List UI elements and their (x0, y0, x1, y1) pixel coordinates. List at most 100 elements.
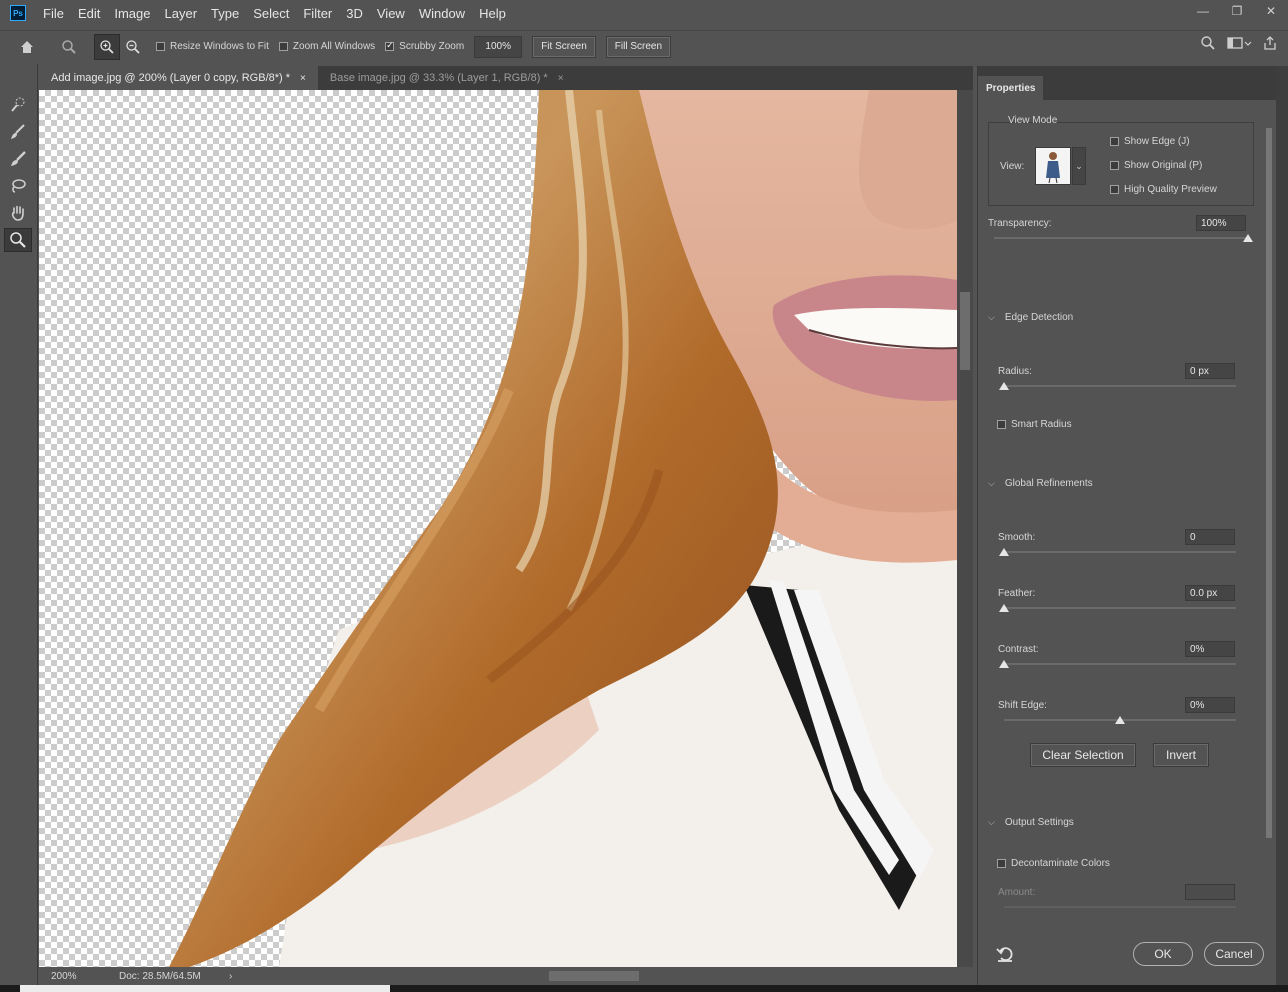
canvas-horizontal-scrollbar[interactable] (319, 969, 949, 983)
slider-thumb[interactable] (1115, 716, 1125, 724)
zoom-tool-preset-icon[interactable] (56, 34, 82, 60)
lasso-icon[interactable] (4, 174, 32, 198)
minimize-icon[interactable]: — (1186, 0, 1220, 22)
workspace-icon[interactable] (1226, 35, 1252, 54)
menu-bar: Ps File Edit Image Layer Type Select Fil… (0, 0, 1288, 26)
zoom-out-icon[interactable] (120, 34, 146, 60)
amount-field (1185, 884, 1235, 900)
smart-radius-checkbox[interactable]: Smart Radius (997, 419, 1072, 430)
slider-thumb[interactable] (999, 660, 1009, 668)
search-icon[interactable] (1200, 35, 1216, 54)
slider-thumb[interactable] (1243, 234, 1253, 242)
radius-slider[interactable] (1004, 385, 1236, 387)
resize-windows-checkbox[interactable]: Resize Windows to Fit (156, 41, 269, 52)
view-dropdown-chevron-icon[interactable]: ⌄ (1072, 147, 1086, 185)
decontaminate-colors-checkbox[interactable]: Decontaminate Colors (997, 858, 1110, 869)
slider-thumb[interactable] (999, 548, 1009, 556)
scrollbar-thumb[interactable] (1266, 128, 1272, 838)
checkbox[interactable] (278, 42, 288, 51)
view-mode-heading: View Mode (1008, 115, 1058, 126)
zoom-in-icon[interactable] (94, 33, 120, 60)
close-icon[interactable]: ✕ (1254, 0, 1288, 22)
radius-field[interactable]: 0 px (1185, 363, 1235, 379)
menu-type[interactable]: Type (204, 6, 246, 21)
properties-scrollbar[interactable] (1264, 110, 1274, 920)
tab-add-image[interactable]: Add image.jpg @ 200% (Layer 0 copy, RGB/… (39, 66, 318, 90)
canvas-vertical-scrollbar[interactable] (957, 90, 973, 967)
refine-edge-brush-icon[interactable] (4, 120, 32, 144)
home-icon[interactable] (14, 34, 40, 60)
show-edge-checkbox[interactable]: Show Edge (J) (1110, 136, 1190, 147)
feather-slider[interactable] (1004, 607, 1236, 609)
tab-properties[interactable]: Properties (978, 76, 1044, 100)
hand-icon[interactable] (4, 201, 32, 225)
fill-screen-button[interactable]: Fill Screen (605, 35, 672, 58)
menu-view[interactable]: View (370, 6, 412, 21)
checkbox[interactable] (1110, 161, 1119, 170)
scrollbar-thumb[interactable] (549, 971, 639, 981)
menu-file[interactable]: File (36, 6, 71, 21)
invert-button[interactable]: Invert (1153, 743, 1209, 767)
cancel-button[interactable]: Cancel (1204, 942, 1264, 966)
status-doc-size: Doc: 28.5M/64.5M (119, 970, 201, 982)
chevron-down-icon[interactable]: ⌵ (988, 817, 995, 828)
menu-filter[interactable]: Filter (296, 6, 339, 21)
menu-help[interactable]: Help (472, 6, 513, 21)
show-edge-label: Show Edge (J) (1124, 136, 1190, 147)
clear-selection-button[interactable]: Clear Selection (1030, 743, 1136, 767)
close-tab-icon[interactable]: × (558, 73, 564, 84)
output-settings-section[interactable]: ⌵ Output Settings (988, 817, 1074, 828)
share-icon[interactable] (1262, 35, 1278, 54)
menu-edit[interactable]: Edit (71, 6, 107, 21)
menu-window[interactable]: Window (412, 6, 472, 21)
tab-base-image[interactable]: Base image.jpg @ 33.3% (Layer 1, RGB/8) … (318, 66, 576, 90)
ok-button[interactable]: OK (1133, 942, 1193, 966)
quick-selection-icon[interactable] (4, 93, 32, 117)
status-menu-arrow[interactable]: › (229, 971, 232, 982)
slider-thumb[interactable] (999, 382, 1009, 390)
show-original-checkbox[interactable]: Show Original (P) (1110, 160, 1202, 171)
checkbox[interactable] (1110, 185, 1119, 194)
contrast-slider[interactable] (1004, 663, 1236, 665)
feather-label: Feather: (998, 588, 1036, 599)
feather-field[interactable]: 0.0 px (1185, 585, 1235, 601)
slider-thumb[interactable] (999, 604, 1009, 612)
smooth-field[interactable]: 0 (1185, 529, 1235, 545)
checkbox[interactable] (156, 42, 165, 51)
chevron-down-icon[interactable]: ⌵ (988, 312, 995, 323)
smooth-slider[interactable] (1004, 551, 1236, 553)
close-tab-icon[interactable]: × (300, 73, 306, 84)
show-original-label: Show Original (P) (1124, 160, 1203, 171)
canvas[interactable] (39, 90, 957, 967)
reset-icon[interactable] (995, 944, 1015, 967)
transparency-field[interactable]: 100% (1196, 215, 1246, 231)
menu-image[interactable]: Image (107, 6, 157, 21)
zoom-value-field[interactable]: 100% (474, 35, 523, 58)
chevron-down-icon[interactable]: ⌵ (988, 478, 995, 489)
high-quality-preview-checkbox[interactable]: High Quality Preview (1110, 184, 1217, 195)
scrubby-zoom-checkbox[interactable]: Scrubby Zoom (385, 40, 464, 52)
checkbox[interactable] (997, 420, 1006, 429)
scrollbar-thumb[interactable] (960, 292, 970, 370)
status-zoom[interactable]: 200% (39, 971, 99, 982)
view-mode-thumbnail[interactable] (1035, 147, 1071, 185)
fit-screen-button[interactable]: Fit Screen (532, 35, 596, 58)
contrast-field[interactable]: 0% (1185, 641, 1235, 657)
shift-edge-field[interactable]: 0% (1185, 697, 1235, 713)
edge-detection-section[interactable]: ⌵ Edge Detection (988, 312, 1073, 323)
menu-layer[interactable]: Layer (158, 6, 205, 21)
checkbox[interactable] (997, 859, 1006, 868)
zoom-all-windows-checkbox[interactable]: Zoom All Windows (278, 41, 375, 52)
checkbox[interactable] (1110, 137, 1119, 146)
global-refinements-section[interactable]: ⌵ Global Refinements (988, 478, 1093, 489)
view-label: View: (1000, 161, 1025, 172)
zoom-tool-icon[interactable] (4, 228, 32, 252)
brush-icon[interactable] (4, 147, 32, 171)
restore-icon[interactable]: ❐ (1220, 0, 1254, 22)
tab-label: Base image.jpg @ 33.3% (Layer 1, RGB/8) … (329, 72, 548, 84)
shift-edge-label: Shift Edge: (998, 700, 1047, 711)
checkbox-checked[interactable] (385, 40, 395, 51)
transparency-slider[interactable] (994, 237, 1248, 239)
menu-3d[interactable]: 3D (339, 6, 370, 21)
menu-select[interactable]: Select (246, 6, 296, 21)
